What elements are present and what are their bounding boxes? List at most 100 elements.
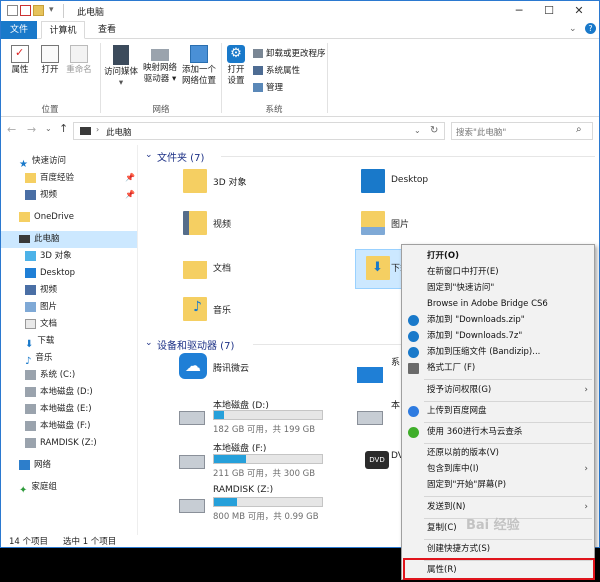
properties-ribbon-button[interactable]: ✓ 属性	[5, 45, 35, 76]
quick-access-icon[interactable]	[7, 5, 18, 16]
pin-icon-2[interactable]: 📌	[125, 190, 135, 199]
menu-open-new-window[interactable]: 在新窗口中打开(E)	[402, 264, 594, 280]
address-dropdown-icon[interactable]: ⌄	[414, 126, 421, 135]
nav-videos[interactable]: 视频	[25, 282, 57, 299]
nav-drive-c[interactable]: 系统 (C:)	[25, 367, 75, 384]
manage-button[interactable]: 管理	[253, 81, 283, 93]
address-path: 此电脑	[106, 128, 132, 138]
menu-bandizip[interactable]: 添加到压缩文件 (Bandizip)...	[402, 344, 594, 360]
forward-icon[interactable]: →	[27, 123, 36, 136]
submenu-arrow-icon-3: ›	[584, 502, 588, 512]
nav-drive-f[interactable]: 本地磁盘 (F:)	[25, 418, 90, 435]
nav-this-pc[interactable]: 此电脑	[1, 231, 137, 248]
menu-restore-versions[interactable]: 还原以前的版本(V)	[402, 445, 594, 461]
star-icon: ★	[19, 158, 28, 170]
nav-documents[interactable]: 文档	[25, 316, 57, 333]
search-icon[interactable]: ⌕	[576, 124, 582, 135]
folder-pictures[interactable]	[361, 211, 385, 235]
nav-quick-access[interactable]: ★ 快速访问	[19, 153, 66, 170]
nav-d-label: 本地磁盘 (D:)	[40, 387, 93, 397]
folder-music[interactable]: ♪	[183, 297, 207, 321]
collapse-ribbon-icon[interactable]: ⌄	[569, 24, 577, 34]
tab-view[interactable]: 查看	[89, 21, 125, 39]
address-bar[interactable]: › 此电脑 ⌄ ↻	[73, 122, 445, 140]
drive-d-large-icon[interactable]	[179, 411, 205, 425]
tab-computer[interactable]: 计算机	[41, 21, 85, 39]
rename-ribbon-button[interactable]: 重命名	[64, 45, 94, 76]
nav-onedrive[interactable]: OneDrive	[19, 209, 74, 226]
folder-desktop[interactable]	[361, 169, 385, 193]
nav-homegroup[interactable]: ✦ 家庭组	[19, 479, 57, 496]
nav-desktop[interactable]: Desktop	[25, 265, 75, 282]
maximize-button[interactable]: ☐	[534, 1, 564, 21]
folders-collapse-icon[interactable]: ⌄	[145, 150, 153, 160]
nav-downloads-label: 下载	[37, 336, 55, 346]
ramdisk-large-icon[interactable]	[179, 499, 205, 513]
tencent-cloud-icon[interactable]: ☁	[179, 353, 207, 379]
pin-icon[interactable]: 📌	[125, 173, 135, 182]
nav-downloads[interactable]: ⬇ 下载	[25, 333, 54, 350]
uninstall-button[interactable]: 卸载或更改程序	[253, 47, 326, 59]
menu-send-to[interactable]: 发送到(N) ›	[402, 499, 594, 515]
menu-add-zip[interactable]: 添加到 "Downloads.zip"	[402, 312, 594, 328]
up-icon[interactable]: ↑	[59, 122, 68, 135]
sysprops-label: 系统属性	[266, 66, 301, 76]
onedrive-folder-icon	[19, 211, 30, 222]
menu-create-shortcut[interactable]: 创建快捷方式(S)	[402, 541, 594, 557]
nav-drive-e[interactable]: 本地磁盘 (E:)	[25, 401, 92, 418]
nav-z-label: RAMDISK (Z:)	[40, 438, 97, 448]
tab-file[interactable]: 文件	[1, 21, 37, 39]
map-drive-button[interactable]: 映射网络 驱动器 ▾	[140, 45, 180, 85]
menu-add-7z[interactable]: 添加到 "Downloads.7z"	[402, 328, 594, 344]
menu-grant-access[interactable]: 授予访问权限(G) ›	[402, 382, 594, 398]
nav-music[interactable]: ♪ 音乐	[25, 350, 52, 367]
nav-quick-label: 快速访问	[31, 156, 66, 166]
nav-network[interactable]: 网络	[19, 457, 51, 474]
close-button[interactable]: ✕	[564, 1, 594, 21]
properties-qa-icon[interactable]	[20, 5, 31, 16]
system-drive-large-icon[interactable]	[357, 367, 383, 383]
refresh-icon[interactable]: ↻	[430, 125, 438, 136]
nav-drive-d[interactable]: 本地磁盘 (D:)	[25, 384, 93, 401]
new-folder-qa-icon[interactable]	[33, 5, 44, 16]
back-icon[interactable]: ←	[7, 123, 16, 136]
menu-include-library[interactable]: 包含到库中(I) ›	[402, 461, 594, 477]
minimize-button[interactable]: ─	[504, 1, 534, 21]
menu-pin-start[interactable]: 固定到"开始"屏幕(P)	[402, 477, 594, 493]
folder-videos[interactable]	[183, 211, 207, 235]
menu-adobe-bridge[interactable]: Browse in Adobe Bridge CS6	[402, 296, 594, 312]
3d-objects-icon	[25, 250, 36, 261]
nav-3d-objects[interactable]: 3D 对象	[25, 248, 72, 265]
nav-pictures[interactable]: 图片	[25, 299, 57, 316]
add-network-location-button[interactable]: 添加一个 网络位置	[179, 45, 219, 87]
drive-z-label: RAMDISK (Z:)	[213, 485, 274, 495]
nav-video-quick[interactable]: 视频	[25, 187, 57, 204]
dvd-drive-icon[interactable]: DVD	[365, 451, 389, 469]
music-folder-icon: ♪	[183, 297, 207, 321]
network-drive-icon	[151, 49, 169, 61]
access-media-button[interactable]: 访问媒体 ▾	[102, 45, 140, 89]
search-box[interactable]: 搜索"此电脑" ⌕	[451, 122, 593, 140]
folder-3d-objects[interactable]	[183, 169, 207, 193]
menu-baidu-upload[interactable]: 上传到百度网盘	[402, 403, 594, 419]
menu-360-scan[interactable]: 使用 360进行木马云查杀	[402, 424, 594, 440]
help-icon[interactable]: ?	[585, 23, 596, 34]
folder-documents[interactable]	[183, 255, 207, 279]
menu-open[interactable]: 打开(O)	[402, 248, 594, 264]
menu-pin-quick-access[interactable]: 固定到"快速访问"	[402, 280, 594, 296]
nav-drive-z[interactable]: RAMDISK (Z:)	[25, 435, 97, 452]
drives-collapse-icon[interactable]: ⌄	[145, 338, 153, 348]
drive-e-large-icon[interactable]	[357, 411, 383, 425]
qa-dropdown-icon[interactable]: ▾	[49, 5, 54, 15]
open-ribbon-button[interactable]: 打开	[36, 45, 64, 76]
nav-network-label: 网络	[34, 460, 52, 470]
menu-send-to-label: 发送到(N)	[427, 502, 466, 512]
menu-separator-1	[424, 379, 592, 380]
nav-baidu[interactable]: 百度经验	[25, 170, 74, 187]
open-settings-button[interactable]: ⚙ 打开 设置	[223, 45, 249, 87]
drive-f-large-icon[interactable]	[179, 455, 205, 469]
menu-format-factory[interactable]: 格式工厂 (F)	[402, 360, 594, 376]
this-pc-icon	[80, 127, 91, 135]
recent-dropdown-icon[interactable]: ⌄	[45, 124, 52, 133]
system-properties-button[interactable]: 系统属性	[253, 64, 300, 76]
